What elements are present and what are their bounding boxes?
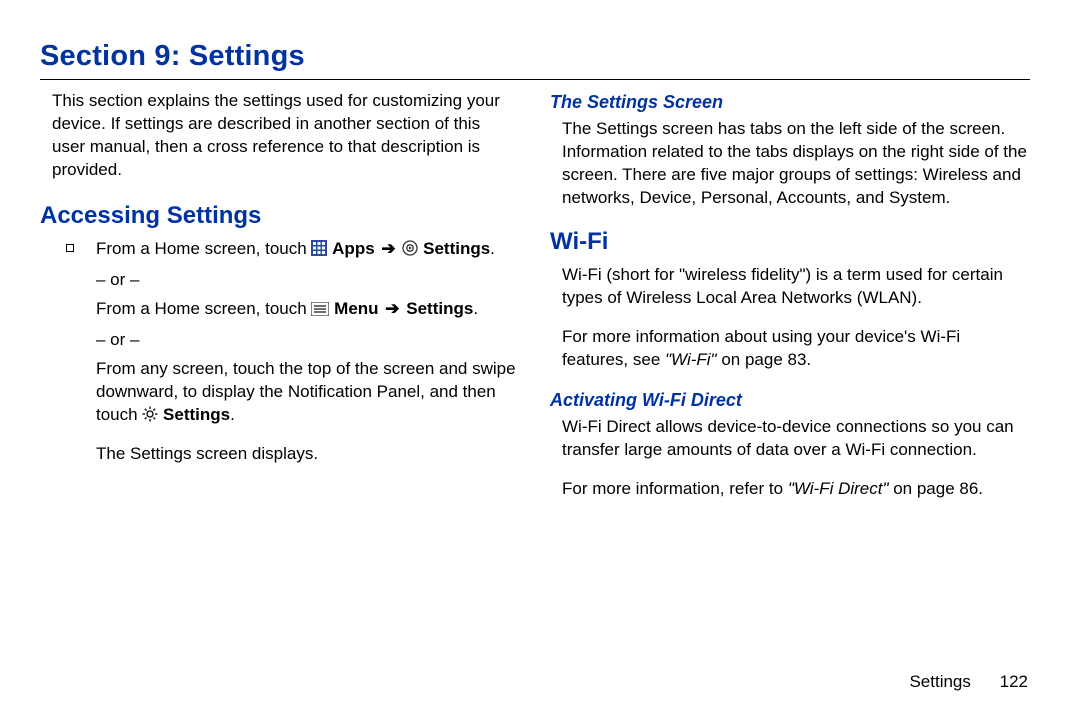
square-bullet-icon	[66, 244, 74, 252]
arrow-icon-2: ➔	[383, 299, 401, 318]
wifi-p2-c: on page 83.	[717, 350, 812, 369]
label-settings-3: Settings	[163, 405, 230, 424]
subheading-wifi-direct: Activating Wi-Fi Direct	[550, 388, 1030, 412]
dot2: .	[473, 299, 478, 318]
apps-grid-icon	[311, 240, 327, 263]
instruction-line-4: The Settings screen displays.	[96, 443, 520, 466]
label-menu: Menu	[334, 299, 378, 318]
left-column: This section explains the settings used …	[40, 90, 520, 517]
settings-circle-icon	[402, 240, 418, 263]
dot3: .	[230, 405, 235, 424]
subheading-settings-screen: The Settings Screen	[550, 90, 1030, 114]
settings-gear-icon	[142, 406, 158, 429]
text-from-home-2: From a Home screen, touch	[96, 299, 311, 318]
wifi-paragraph-1: Wi-Fi (short for "wireless fidelity") is…	[562, 264, 1030, 310]
footer-page-number: 122	[1000, 672, 1028, 691]
footer-label: Settings	[909, 672, 970, 691]
label-settings-2: Settings	[406, 299, 473, 318]
wifi-paragraph-2: For more information about using your de…	[562, 326, 1030, 372]
text-from-home-1: From a Home screen, touch	[96, 239, 311, 258]
wifi-direct-c: on page 86.	[889, 479, 984, 498]
page-title: Section 9: Settings	[40, 40, 1030, 73]
instruction-line-3: From any screen, touch the top of the sc…	[96, 358, 520, 429]
or-1: – or –	[96, 269, 520, 292]
page-footer: Settings 122	[909, 672, 1028, 692]
settings-screen-paragraph: The Settings screen has tabs on the left…	[562, 118, 1030, 210]
heading-wifi: Wi-Fi	[550, 226, 1030, 258]
wifi-direct-ref: "Wi-Fi Direct"	[788, 479, 889, 498]
intro-paragraph: This section explains the settings used …	[52, 90, 512, 182]
dot1: .	[490, 239, 495, 258]
instruction-line-2: From a Home screen, touch Menu ➔ Setting…	[96, 298, 520, 323]
title-rule	[40, 79, 1030, 80]
wifi-direct-paragraph: Wi-Fi Direct allows device-to-device con…	[562, 416, 1030, 462]
label-apps: Apps	[332, 239, 375, 258]
heading-accessing-settings: Accessing Settings	[40, 200, 520, 232]
label-settings-1: Settings	[423, 239, 490, 258]
wifi-p2-ref: "Wi-Fi"	[665, 350, 717, 369]
or-2: – or –	[96, 329, 520, 352]
wifi-direct-paragraph-2: For more information, refer to "Wi-Fi Di…	[562, 478, 1030, 501]
wifi-direct-a: For more information, refer to	[562, 479, 788, 498]
instruction-line-1: From a Home screen, touch Apps ➔	[96, 238, 520, 263]
text-notification-panel: From any screen, touch the top of the sc…	[96, 359, 516, 424]
right-column: The Settings Screen The Settings screen …	[550, 90, 1030, 517]
menu-icon	[311, 300, 329, 323]
arrow-icon: ➔	[379, 239, 397, 258]
instruction-bullet: From a Home screen, touch Apps ➔	[66, 238, 520, 466]
